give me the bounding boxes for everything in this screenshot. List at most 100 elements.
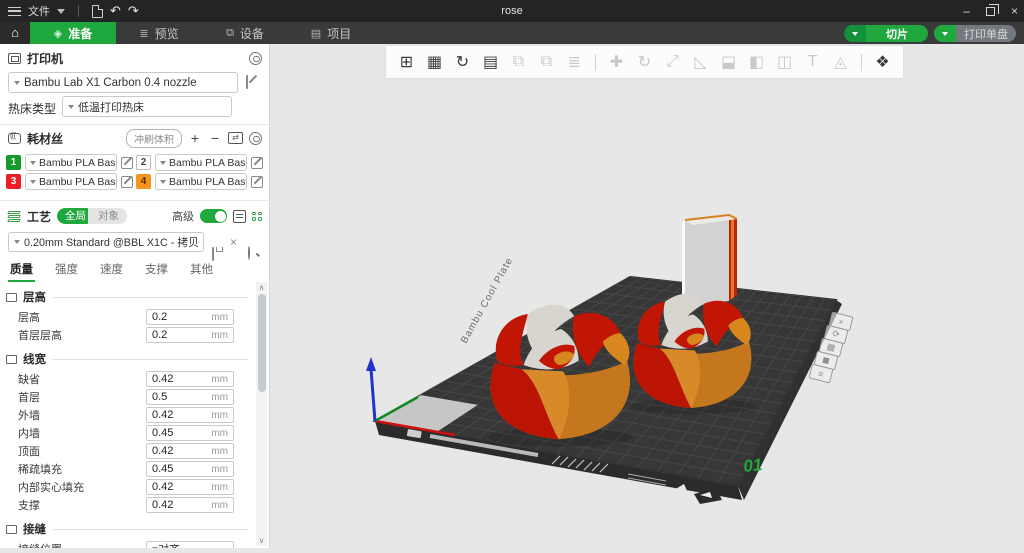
process-tab-其他[interactable]: 其他 [188, 258, 215, 282]
advanced-toggle[interactable] [200, 209, 227, 223]
restore-button[interactable] [986, 7, 995, 16]
clear-preset-icon[interactable]: × [230, 236, 237, 248]
params-scrollbar[interactable]: ∧ ∨ [256, 282, 267, 546]
process-tab-支撑[interactable]: 支撑 [143, 258, 170, 282]
filament-settings-gear-icon[interactable] [249, 132, 262, 145]
param-list-icon[interactable] [233, 210, 246, 223]
auto-orient-icon[interactable]: ↻ [450, 50, 475, 75]
param-input[interactable]: 0.45mm [146, 461, 234, 477]
compare-presets-icon[interactable] [252, 212, 262, 221]
tab-预览[interactable]: ≣预览 [116, 22, 202, 44]
filament-item-1: 1 Bambu PLA Basic [6, 154, 133, 171]
search-preset-icon[interactable] [248, 246, 250, 260]
param-input[interactable]: 0.45mm [146, 425, 234, 441]
scope-object[interactable]: 对象 [88, 208, 127, 224]
param-value: 0.42 [152, 373, 211, 385]
param-unit: mm [211, 446, 228, 457]
filament-select[interactable]: Bambu PLA Basic [25, 173, 117, 190]
tab-设备[interactable]: ⧉设备 [202, 22, 288, 44]
scroll-up-icon[interactable]: ∧ [256, 283, 267, 292]
param-label: 支撑 [18, 497, 40, 513]
param-row: 接缝位置对齐 [0, 540, 256, 548]
tab-准备[interactable]: ◈准备 [30, 22, 116, 44]
filament-color-swatch[interactable]: 1 [6, 155, 21, 170]
copy-icon: ⧉ [506, 50, 531, 75]
lay-on-face-icon: ◺ [688, 50, 713, 75]
filament-select[interactable]: Bambu PLA Basic [155, 154, 247, 171]
title-bar: 文件 ↶ ↷ rose – × [0, 0, 1024, 22]
filament-edit-icon[interactable] [251, 176, 263, 188]
param-value: 0.45 [152, 427, 211, 439]
process-tab-强度[interactable]: 强度 [53, 258, 80, 282]
tab-项目[interactable]: ▤项目 [288, 22, 374, 44]
bed-type-select[interactable]: 低温打印热床 [62, 96, 232, 117]
flush-volume-button[interactable]: 冲刷体积 [126, 129, 182, 148]
paste-icon: ⧉ [534, 50, 559, 75]
arrange-icon[interactable]: ▤ [478, 50, 503, 75]
param-value: 0.42 [152, 499, 211, 511]
process-scope-toggle[interactable]: 全局 对象 [57, 208, 127, 224]
param-input[interactable]: 0.42mm [146, 407, 234, 423]
advanced-label: 高级 [172, 208, 194, 224]
add-filament-icon[interactable]: + [188, 131, 202, 145]
param-value: 0.42 [152, 409, 211, 421]
preset-name: 0.20mm Standard @BBL X1C - 拷贝 [24, 234, 199, 250]
param-row: 内部实心填充0.42mm [0, 478, 256, 496]
param-group-header: 层高 [0, 286, 256, 308]
filament-name: Bambu PLA Basic [39, 157, 117, 169]
process-tab-质量[interactable]: 质量 [8, 258, 35, 282]
build-plate-scene[interactable]: Bambu Cool Plate 01 [270, 44, 1024, 548]
printer-settings-gear-icon[interactable] [249, 52, 262, 65]
param-value: 0.2 [152, 329, 211, 341]
tab-label: 准备 [68, 25, 92, 42]
filament-select[interactable]: Bambu PLA Basic [155, 173, 247, 190]
process-tabs: 质量强度速度支撑其他 [8, 258, 215, 282]
filament-edit-icon[interactable] [121, 176, 133, 188]
ams-sync-icon[interactable]: ⇄ [228, 132, 243, 144]
preset-select[interactable]: 0.20mm Standard @BBL X1C - 拷贝 [8, 232, 204, 252]
param-input[interactable]: 对齐 [146, 541, 234, 548]
add-plate-icon[interactable]: ▦ [422, 50, 447, 75]
add-model-icon[interactable]: ⊞ [394, 50, 419, 75]
printer-select[interactable]: Bambu Lab X1 Carbon 0.4 nozzle [8, 72, 238, 93]
viewport-3d[interactable]: Bambu Cool Plate 01 ⊞▦↻▤⧉⧉≣✚↻⤢◺⬓◧◫T◬❖ ×⟳… [270, 44, 1024, 548]
print-button-label[interactable]: 打印单盘 [956, 25, 1016, 42]
param-unit: mm [211, 464, 228, 475]
param-input[interactable]: 0.42mm [146, 479, 234, 495]
filament-color-swatch[interactable]: 2 [136, 155, 151, 170]
filament-edit-icon[interactable] [121, 157, 133, 169]
filament-name: Bambu PLA Basic [169, 176, 247, 188]
remove-filament-icon[interactable]: − [208, 131, 222, 145]
param-input[interactable]: 0.2mm [146, 309, 234, 325]
filament-color-swatch[interactable]: 3 [6, 174, 21, 189]
param-input[interactable]: 0.42mm [146, 443, 234, 459]
home-button[interactable]: ⌂ [0, 22, 30, 44]
slice-button[interactable]: 切片 [844, 25, 928, 42]
print-dropdown-icon[interactable] [934, 25, 956, 42]
param-input[interactable]: 0.2mm [146, 327, 234, 343]
param-group-title: 接缝 [23, 521, 46, 537]
param-input[interactable]: 0.42mm [146, 371, 234, 387]
printer-section-title: 打印机 [27, 50, 63, 67]
printer-edit-icon[interactable] [246, 75, 248, 89]
filament-item-2: 2 Bambu PLA Basic [136, 154, 263, 171]
color-mapping-icon[interactable]: ❖ [870, 50, 895, 75]
prime-tower[interactable] [682, 215, 737, 308]
param-input[interactable]: 0.42mm [146, 497, 234, 513]
param-row: 稀疏填充0.45mm [0, 460, 256, 478]
scrollbar-thumb[interactable] [258, 294, 266, 392]
print-plate-button[interactable]: 打印单盘 [934, 25, 1016, 42]
param-value: 0.42 [152, 445, 211, 457]
filament-select[interactable]: Bambu PLA Basic [25, 154, 117, 171]
minimize-button[interactable]: – [963, 4, 970, 18]
filament-color-swatch[interactable]: 4 [136, 174, 151, 189]
slice-button-label[interactable]: 切片 [866, 25, 928, 42]
process-tab-速度[interactable]: 速度 [98, 258, 125, 282]
slice-dropdown-icon[interactable] [844, 25, 866, 42]
filament-edit-icon[interactable] [251, 157, 263, 169]
close-button[interactable]: × [1011, 4, 1018, 18]
param-group-icon [6, 355, 17, 364]
scroll-down-icon[interactable]: ∨ [256, 536, 267, 545]
printer-section-header: 打印机 [0, 46, 270, 70]
param-input[interactable]: 0.5mm [146, 389, 234, 405]
